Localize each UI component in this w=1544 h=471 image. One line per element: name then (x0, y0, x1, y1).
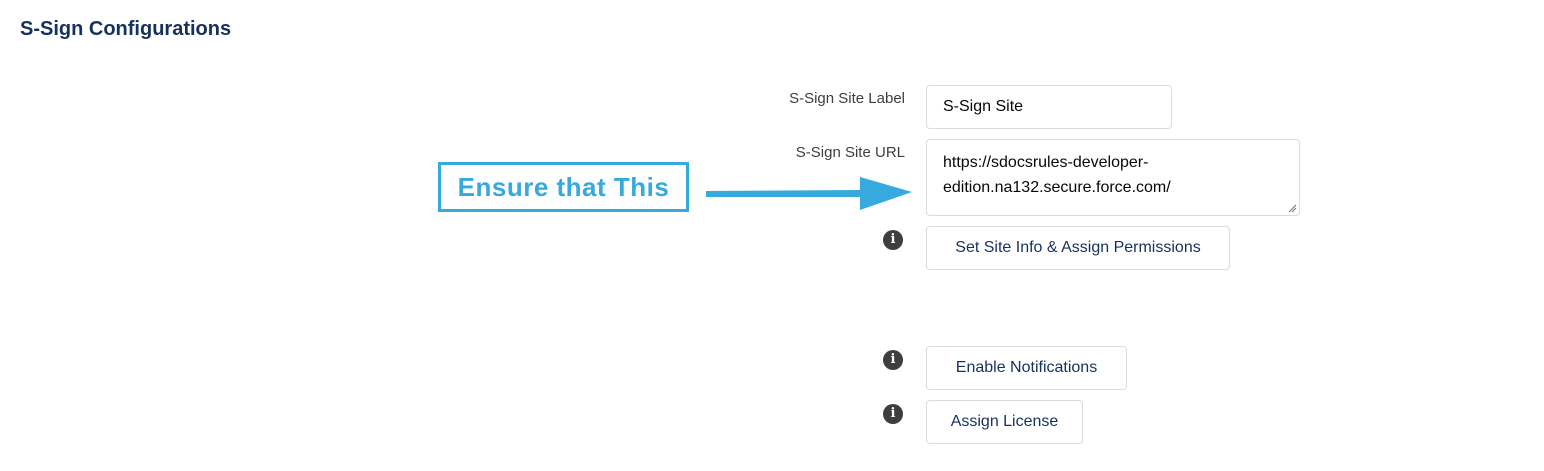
page: S-Sign Configurations S-Sign Site Label … (0, 0, 1544, 471)
annotation-callout: Ensure that This (438, 162, 689, 212)
site-label-field-label: S-Sign Site Label (789, 90, 905, 107)
site-url-textarea[interactable]: https://sdocsrules-developer-edition.na1… (926, 139, 1300, 216)
resize-grip-icon[interactable] (1287, 203, 1297, 213)
annotation-arrow-icon (706, 177, 912, 210)
site-url-field-label: S-Sign Site URL (795, 144, 905, 161)
enable-notifications-button[interactable]: Enable Notifications (926, 346, 1127, 390)
info-icon[interactable]: i (883, 404, 903, 424)
info-icon[interactable]: i (883, 230, 903, 250)
assign-license-button[interactable]: Assign License (926, 400, 1083, 444)
set-site-info-button[interactable]: Set Site Info & Assign Permissions (926, 226, 1230, 270)
section-title: S-Sign Configurations (20, 18, 232, 40)
info-icon[interactable]: i (883, 350, 903, 370)
site-label-input[interactable] (926, 85, 1172, 129)
